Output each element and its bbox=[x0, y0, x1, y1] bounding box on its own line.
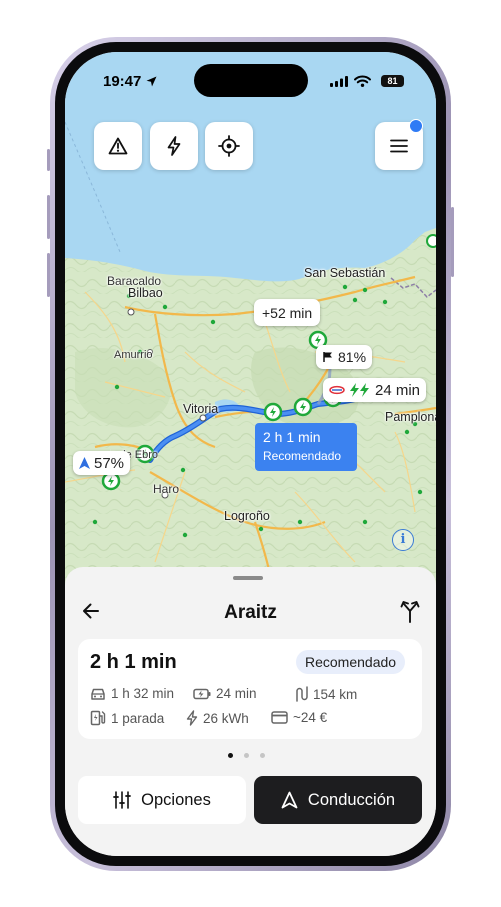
navigation-arrow-icon bbox=[281, 791, 298, 809]
report-incident-button[interactable] bbox=[94, 122, 142, 170]
options-label: Opciones bbox=[141, 790, 211, 809]
route-time-label: 2 h 1 min bbox=[263, 429, 321, 445]
route-info-callout[interactable]: 2 h 1 min Recomendado bbox=[255, 423, 357, 471]
lightning-icon bbox=[186, 710, 198, 726]
energy-item: 26 kWh bbox=[186, 710, 249, 726]
fast-charge-icon bbox=[350, 383, 369, 397]
destination-battery-label: 81% bbox=[338, 349, 367, 365]
route-bottom-sheet: Araitz 2 h 1 min Recomendado 1 h 32 min … bbox=[65, 567, 436, 856]
volume-up-button bbox=[47, 195, 50, 239]
charger-marker bbox=[263, 402, 283, 422]
city-label-pamplona: Pamplona bbox=[385, 410, 436, 424]
battery-indicator: 81 bbox=[381, 75, 404, 87]
sliders-icon bbox=[113, 791, 132, 809]
stops-value: 1 parada bbox=[111, 710, 165, 726]
map-info-button[interactable]: i bbox=[392, 529, 414, 551]
flag-icon bbox=[323, 352, 332, 362]
city-label-bilbao: Bilbao bbox=[128, 286, 163, 300]
charger-time-label: 24 min bbox=[375, 381, 421, 399]
time-delta-bubble[interactable]: +52 min bbox=[254, 299, 321, 326]
cost-item: ~24 € bbox=[271, 710, 327, 725]
brand-logo-icon bbox=[329, 385, 345, 395]
location-arrow-icon bbox=[146, 76, 157, 87]
signal-icon bbox=[330, 76, 348, 87]
city-label-haro: Haro bbox=[153, 482, 180, 496]
route-tag-label: Recomendado bbox=[263, 449, 342, 463]
lightning-icon bbox=[167, 136, 181, 156]
charge-time-item: 24 min bbox=[193, 686, 257, 701]
stops-item: 1 parada bbox=[90, 710, 164, 726]
sheet-header: Araitz bbox=[65, 599, 436, 629]
charger-time-bubble[interactable]: 24 min bbox=[323, 378, 427, 402]
route-summary-card[interactable]: 2 h 1 min Recomendado 1 h 32 min 24 min … bbox=[78, 639, 422, 739]
cost-value: ~24 € bbox=[293, 710, 328, 725]
recenter-location-button[interactable] bbox=[205, 122, 253, 170]
sheet-grabber[interactable] bbox=[233, 576, 263, 580]
warning-icon bbox=[108, 137, 128, 155]
city-label-amurrio: Amurrio bbox=[114, 349, 153, 361]
recommended-badge: Recomendado bbox=[296, 650, 406, 674]
car-icon bbox=[91, 688, 105, 700]
power-button bbox=[451, 207, 454, 277]
page-dot bbox=[260, 753, 265, 758]
charging-station-icon bbox=[90, 710, 106, 726]
hamburger-menu-icon bbox=[390, 139, 408, 153]
time-delta-label: +52 min bbox=[262, 304, 313, 321]
page-dot bbox=[244, 753, 249, 758]
start-battery-label: 57% bbox=[94, 454, 125, 472]
credit-card-icon bbox=[271, 711, 288, 724]
destination-battery-bubble[interactable]: 81% bbox=[316, 345, 373, 369]
route-duration: 2 h 1 min bbox=[90, 651, 177, 673]
bezel: Baracaldo Bilbao San Sebastián Amurrio V… bbox=[55, 42, 446, 866]
alternative-routes-icon[interactable] bbox=[400, 599, 420, 623]
charger-marker bbox=[293, 397, 313, 417]
battery-charging-icon bbox=[193, 688, 211, 699]
chargers-filter-button[interactable] bbox=[150, 122, 198, 170]
start-battery-bubble[interactable]: 57% bbox=[73, 451, 131, 475]
status-time-label: 19:47 bbox=[103, 73, 142, 90]
page-indicator[interactable] bbox=[228, 753, 265, 758]
mute-switch bbox=[47, 149, 50, 171]
drive-label: Conducción bbox=[307, 790, 396, 809]
route-distance-icon bbox=[296, 686, 308, 702]
notification-dot bbox=[409, 119, 423, 133]
phone-frame: Baracaldo Bilbao San Sebastián Amurrio V… bbox=[47, 37, 454, 871]
back-arrow-icon[interactable] bbox=[81, 601, 101, 621]
city-label-logrono: Logroño bbox=[224, 509, 270, 523]
drive-time-item: 1 h 32 min bbox=[90, 686, 174, 701]
energy-value: 26 kWh bbox=[203, 710, 249, 726]
drive-time-value: 1 h 32 min bbox=[111, 686, 175, 701]
distance-item: 154 km bbox=[294, 686, 357, 702]
city-label-san-sebastian: San Sebastián bbox=[304, 266, 386, 280]
navigation-arrow-icon bbox=[79, 457, 90, 469]
charger-marker bbox=[101, 471, 121, 491]
volume-down-button bbox=[47, 253, 50, 297]
options-button[interactable]: Opciones bbox=[78, 776, 246, 824]
distance-value: 154 km bbox=[313, 686, 358, 702]
destination-title: Araitz bbox=[224, 602, 277, 623]
charge-time-value: 24 min bbox=[216, 686, 257, 701]
start-driving-button[interactable]: Conducción bbox=[254, 776, 422, 824]
dynamic-island bbox=[194, 64, 308, 97]
city-label-vitoria: Vitoria bbox=[183, 402, 219, 416]
page-dot-active bbox=[228, 753, 233, 758]
screen: Baracaldo Bilbao San Sebastián Amurrio V… bbox=[65, 52, 436, 856]
status-bar: 19:47 81 bbox=[65, 52, 436, 106]
charger-marker bbox=[426, 234, 436, 248]
status-time: 19:47 bbox=[103, 73, 157, 90]
wifi-icon bbox=[354, 75, 371, 87]
crosshair-icon bbox=[218, 135, 240, 157]
